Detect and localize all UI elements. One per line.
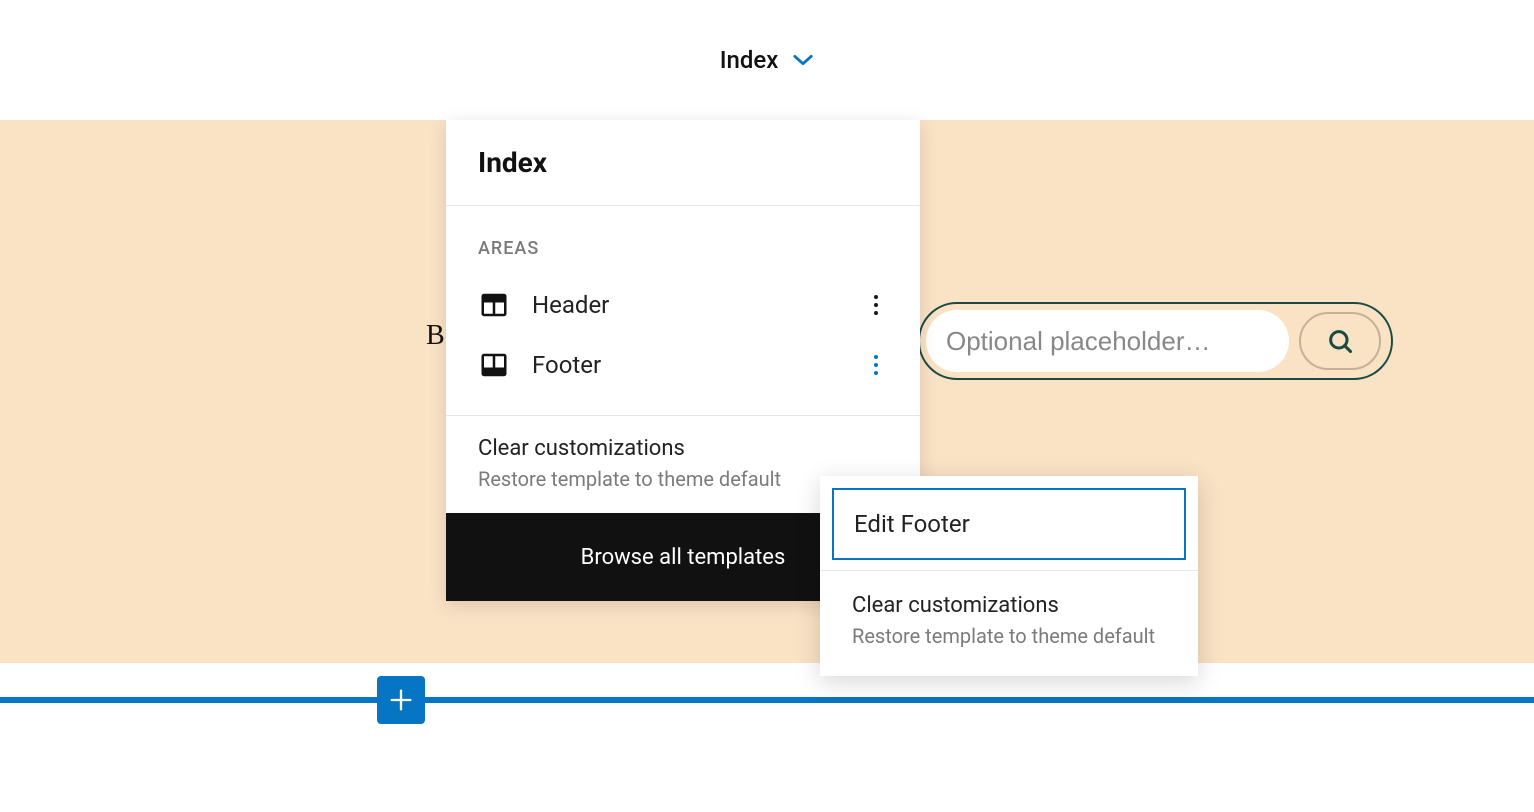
- area-footer-menu-button[interactable]: [864, 349, 888, 381]
- areas-section: AREAS Header Footer: [446, 206, 920, 415]
- kebab-icon: [873, 353, 879, 377]
- plus-icon: [387, 686, 415, 714]
- submenu-divider: [820, 570, 1198, 571]
- footer-layout-icon: [478, 349, 510, 381]
- submenu-clear-subtitle: Restore template to theme default: [852, 624, 1166, 648]
- area-label: Header: [532, 291, 842, 319]
- submenu-clear-title: Clear customizations: [852, 593, 1166, 618]
- edit-footer-label: Edit Footer: [854, 510, 970, 538]
- area-row-header[interactable]: Header: [478, 275, 888, 335]
- clear-title: Clear customizations: [478, 436, 888, 461]
- top-toolbar: Index: [0, 0, 1534, 120]
- template-selector-label: Index: [720, 46, 779, 74]
- area-row-footer[interactable]: Footer: [478, 335, 888, 395]
- search-input[interactable]: [926, 310, 1289, 372]
- block-insertion-line: [0, 697, 1534, 703]
- header-layout-icon: [478, 289, 510, 321]
- area-header-menu-button[interactable]: [864, 289, 888, 321]
- panel-title: Index: [446, 120, 920, 206]
- add-block-button[interactable]: [377, 676, 425, 724]
- template-selector[interactable]: Index: [720, 46, 815, 74]
- chevron-down-icon: [792, 53, 814, 67]
- browse-label: Browse all templates: [581, 545, 786, 570]
- areas-heading: AREAS: [478, 238, 888, 259]
- footer-area-submenu: Edit Footer Clear customizations Restore…: [820, 476, 1198, 676]
- edit-footer-button[interactable]: Edit Footer: [832, 488, 1186, 560]
- editor-canvas: Index AREAS Header Footer: [0, 120, 1534, 812]
- search-submit-button[interactable]: [1299, 312, 1381, 370]
- kebab-icon: [873, 293, 879, 317]
- submenu-clear-customizations-button[interactable]: Clear customizations Restore template to…: [832, 577, 1186, 664]
- search-icon: [1326, 327, 1354, 355]
- search-block: [918, 302, 1393, 380]
- area-label: Footer: [532, 351, 842, 379]
